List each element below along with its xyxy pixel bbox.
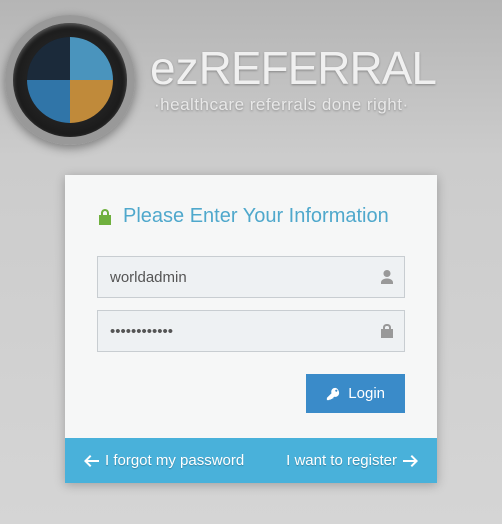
arrow-right-icon (403, 454, 419, 468)
key-icon (326, 387, 340, 401)
login-card: Please Enter Your Information Login (65, 175, 437, 483)
brand-referral: REFERRAL (199, 42, 436, 94)
brand-header: ezREFERRAL ·healthcare referrals done ri… (0, 0, 502, 160)
card-footer: I forgot my password I want to register (65, 438, 437, 483)
login-button[interactable]: Login (306, 374, 405, 413)
username-wrap (97, 256, 405, 298)
username-input[interactable] (97, 256, 405, 298)
lock-icon (97, 208, 113, 226)
brand-tagline: ·healthcare referrals done right· (154, 95, 436, 115)
lock-small-icon (379, 323, 395, 339)
brand-logo (5, 15, 135, 145)
password-wrap (97, 310, 405, 352)
register-label: I want to register (286, 452, 397, 469)
brand-ez: ez (150, 42, 199, 94)
password-input[interactable] (97, 310, 405, 352)
user-icon (379, 269, 395, 285)
arrow-left-icon (83, 454, 99, 468)
card-title: Please Enter Your Information (97, 205, 405, 228)
forgot-password-label: I forgot my password (105, 452, 244, 469)
card-title-text: Please Enter Your Information (123, 205, 389, 228)
forgot-password-link[interactable]: I forgot my password (83, 452, 244, 469)
login-button-label: Login (348, 385, 385, 402)
register-link[interactable]: I want to register (286, 452, 419, 469)
brand-text: ezREFERRAL ·healthcare referrals done ri… (150, 45, 436, 115)
